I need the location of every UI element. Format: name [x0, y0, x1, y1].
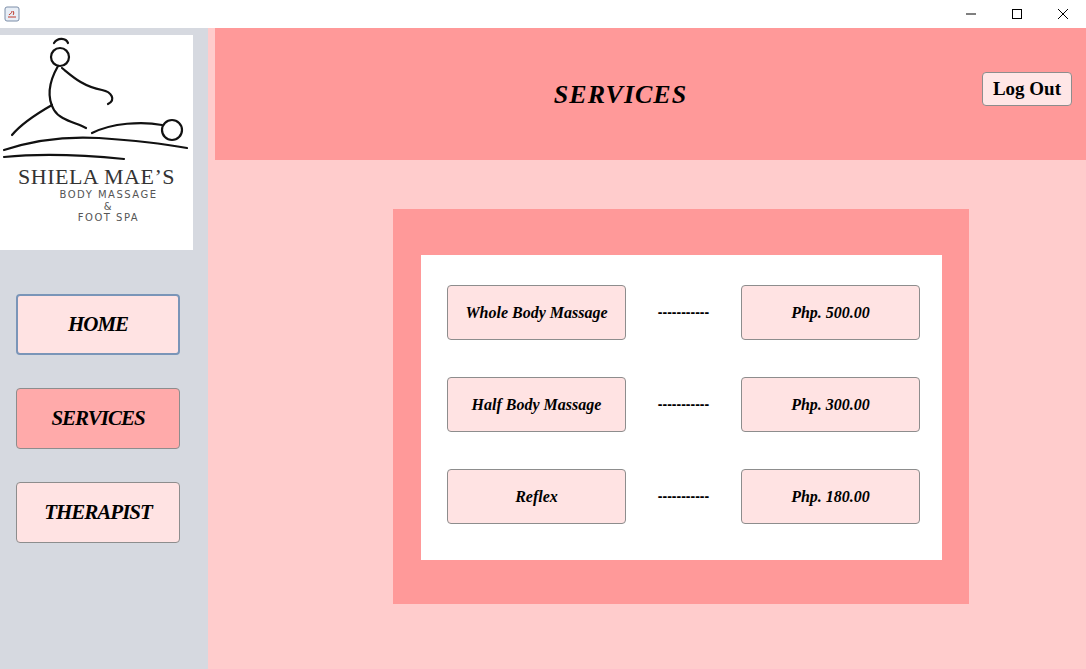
service-button[interactable]: Whole Body Massage: [447, 285, 626, 340]
sidebar: SHIELA MAE’S BODY MASSAGE&FOOT SPA HOME S…: [0, 28, 208, 669]
sidebar-item[interactable]: HOME: [16, 294, 180, 355]
service-row: Half Body Massage-----------Php. 300.00: [447, 377, 942, 432]
service-row: Reflex-----------Php. 180.00: [447, 469, 942, 524]
service-button[interactable]: Reflex: [447, 469, 626, 524]
massage-logo-icon: [2, 35, 192, 165]
sidebar-item[interactable]: THERAPIST: [16, 482, 180, 543]
close-icon[interactable]: [1040, 0, 1086, 28]
sidebar-item-frame: HOME: [0, 294, 208, 355]
maximize-icon[interactable]: [994, 0, 1040, 28]
separator: -----------: [626, 486, 741, 507]
title-bar: [0, 0, 1086, 28]
services-panel: Whole Body Massage-----------Php. 500.00…: [393, 209, 969, 604]
logout-button[interactable]: Log Out: [982, 72, 1072, 107]
logo-tagline: FOOT SPA: [78, 212, 139, 224]
separator: -----------: [626, 302, 741, 323]
logo-tagline: &: [104, 201, 113, 213]
service-button[interactable]: Half Body Massage: [447, 377, 626, 432]
java-icon: [0, 6, 20, 22]
logo-tagline: BODY MASSAGE: [59, 189, 157, 201]
price-button[interactable]: Php. 180.00: [741, 469, 920, 524]
page-title: SERVICES: [554, 75, 687, 114]
logo: SHIELA MAE’S BODY MASSAGE&FOOT SPA: [0, 35, 193, 250]
services-list: Whole Body Massage-----------Php. 500.00…: [421, 255, 942, 560]
service-row: Whole Body Massage-----------Php. 500.00: [447, 285, 942, 340]
logo-name: SHIELA MAE’S: [18, 165, 175, 189]
sidebar-item-frame: SERVICES: [0, 388, 208, 449]
minimize-icon[interactable]: [948, 0, 994, 28]
header: SERVICES Log Out: [215, 28, 1086, 160]
separator: -----------: [626, 394, 741, 415]
sidebar-item[interactable]: SERVICES: [16, 388, 180, 449]
sidebar-item-frame: THERAPIST: [0, 482, 208, 543]
price-button[interactable]: Php. 500.00: [741, 285, 920, 340]
price-button[interactable]: Php. 300.00: [741, 377, 920, 432]
